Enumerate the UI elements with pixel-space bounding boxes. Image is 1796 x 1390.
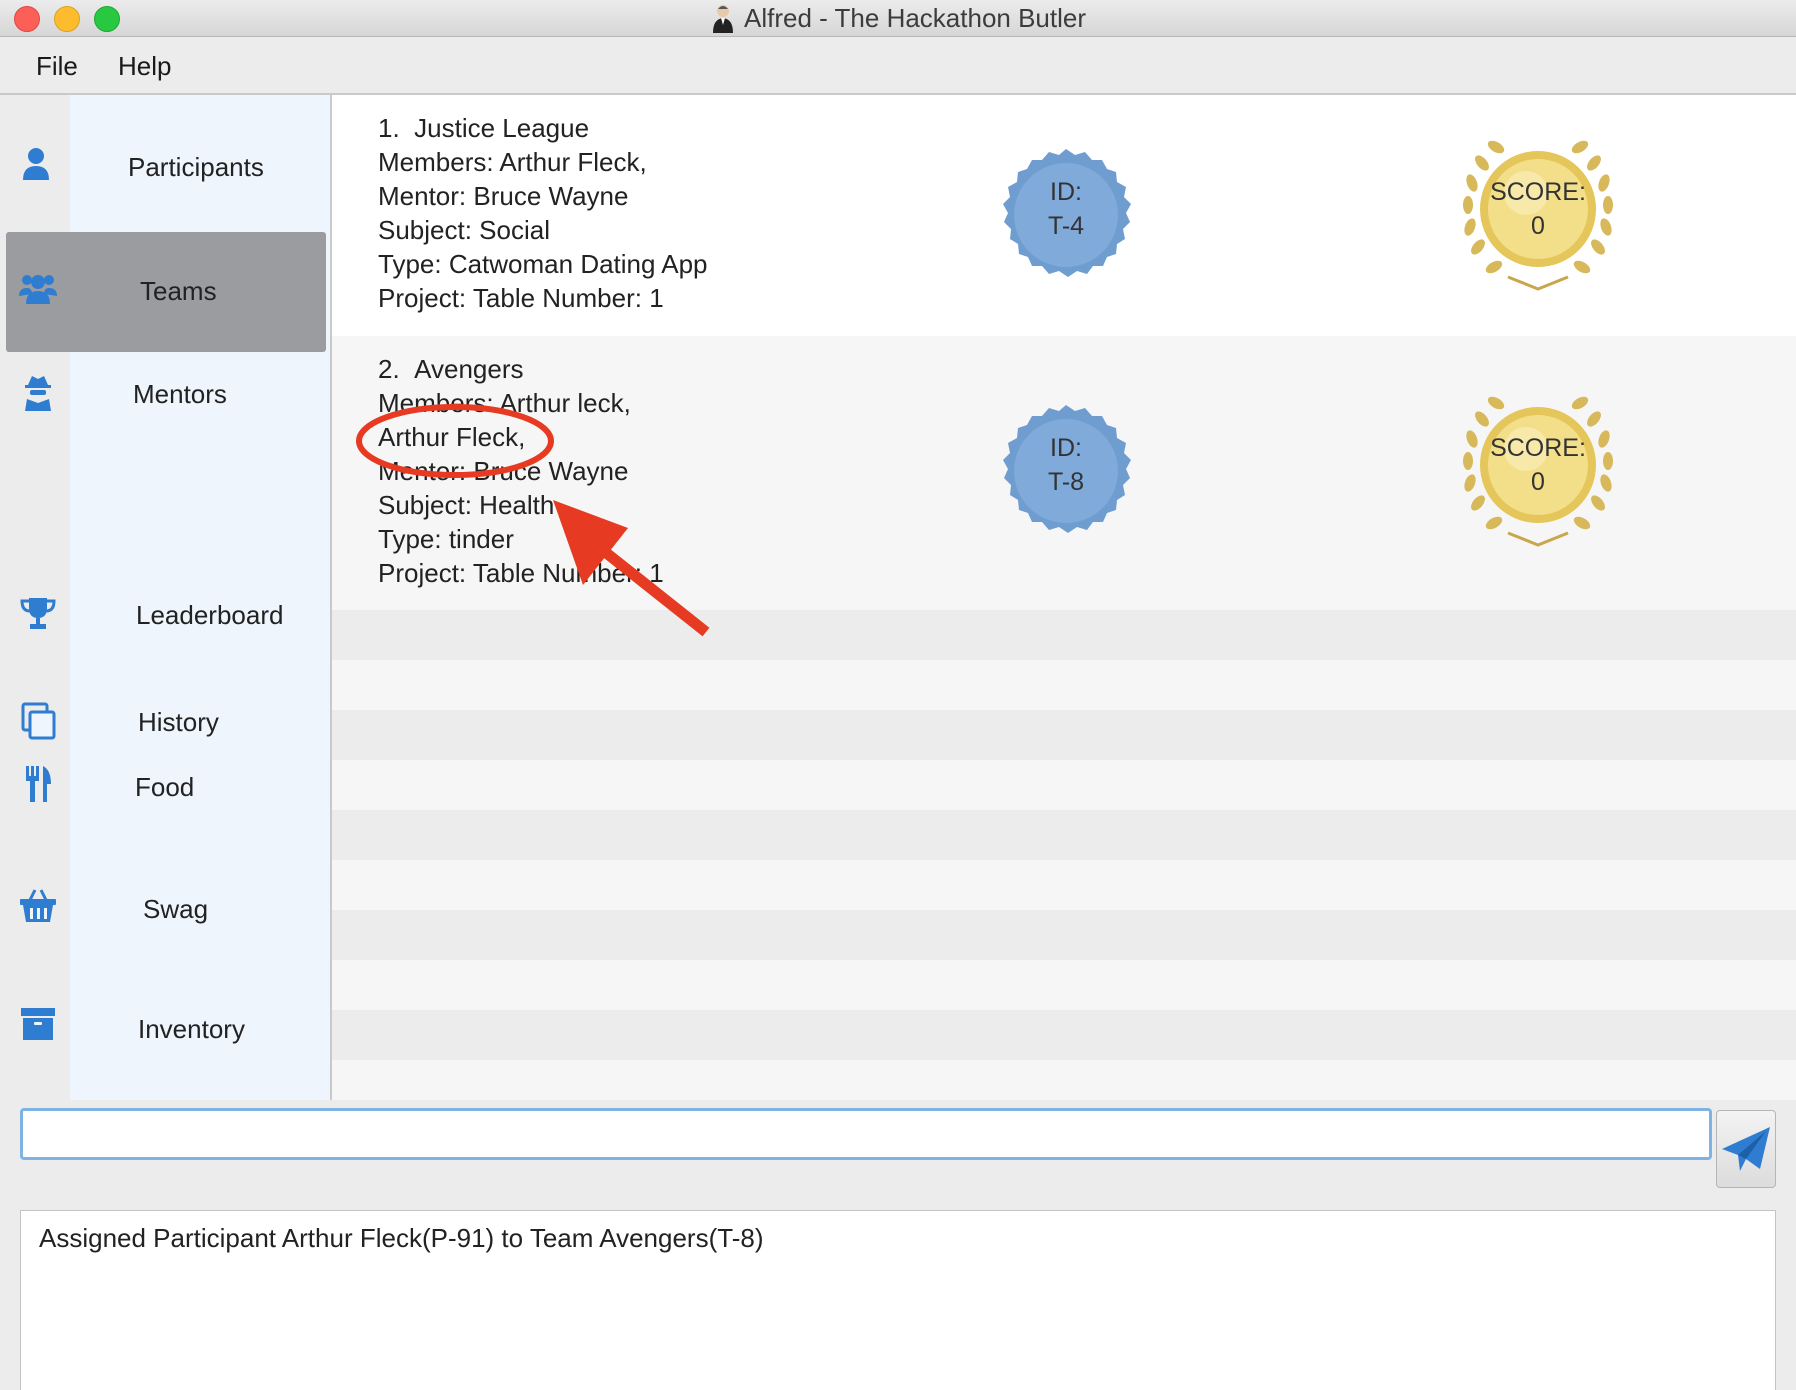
team-members: Members: Arthur leck, bbox=[378, 388, 631, 418]
team-id-label: ID: bbox=[1050, 178, 1082, 206]
window-title: Alfred - The Hackathon Butler bbox=[743, 2, 1087, 33]
team-members: Members: Arthur Fleck, bbox=[378, 147, 647, 177]
archive-icon bbox=[21, 1008, 55, 1040]
team-index: 1. bbox=[378, 113, 400, 143]
team-score: 0 bbox=[1531, 212, 1545, 240]
sidebar-item-inventory[interactable]: Inventory bbox=[0, 1000, 330, 1060]
sidebar-item-label: Leaderboard bbox=[136, 600, 284, 630]
sidebar-item-label: Participants bbox=[128, 152, 264, 182]
team-project: Project: Table Number: 1 bbox=[378, 558, 664, 588]
team-subject: Subject: Health bbox=[378, 490, 555, 520]
team-name: Justice League bbox=[414, 113, 590, 143]
team-subject: Subject: Social bbox=[378, 215, 550, 245]
shopping-basket-icon bbox=[20, 889, 56, 922]
sidebar-item-label: History bbox=[138, 707, 219, 737]
teams-list[interactable]: 1. Justice League Members: Arthur Fleck,… bbox=[332, 95, 1796, 1100]
user-secret-icon bbox=[25, 376, 51, 411]
menu-help[interactable]: Help bbox=[118, 51, 171, 82]
utensils-icon bbox=[26, 766, 51, 802]
sidebar-item-leaderboard[interactable]: Leaderboard bbox=[0, 590, 330, 670]
sidebar-item-history[interactable]: History bbox=[0, 695, 330, 755]
title-bar: Alfred - The Hackathon Butler bbox=[0, 0, 1796, 37]
trophy-icon bbox=[20, 598, 56, 629]
sidebar-item-mentors[interactable]: Mentors bbox=[0, 365, 330, 445]
sidebar: Participants Teams Mentors Leaderboard H… bbox=[0, 95, 330, 1100]
result-display: Assigned Participant Arthur Fleck(P-91) … bbox=[20, 1210, 1776, 1390]
result-text: Assigned Participant Arthur Fleck(P-91) … bbox=[39, 1223, 764, 1253]
team-name: Avengers bbox=[414, 354, 524, 384]
sidebar-item-participants[interactable]: Participants bbox=[0, 130, 330, 230]
sidebar-item-label: Mentors bbox=[133, 379, 227, 409]
team-id: T-8 bbox=[1047, 468, 1085, 496]
paper-plane-icon bbox=[1722, 1127, 1770, 1171]
team-score-label: SCORE: bbox=[1490, 434, 1586, 462]
users-icon bbox=[19, 275, 57, 304]
sidebar-item-teams[interactable]: Teams bbox=[0, 232, 330, 352]
user-icon bbox=[23, 148, 49, 180]
team-index: 2. bbox=[378, 354, 400, 384]
menu-file[interactable]: File bbox=[36, 51, 78, 82]
team-project: Project: Table Number: 1 bbox=[378, 283, 664, 313]
team-score: 0 bbox=[1531, 468, 1545, 496]
command-input[interactable] bbox=[20, 1108, 1712, 1160]
team-mentor: Mentor: Bruce Wayne bbox=[378, 456, 629, 486]
copy-icon bbox=[21, 702, 56, 740]
sidebar-item-food[interactable]: Food bbox=[0, 760, 330, 820]
butler-logo-icon bbox=[712, 5, 733, 33]
sidebar-item-label: Swag bbox=[143, 894, 209, 924]
menu-bar: File Help bbox=[0, 37, 1796, 95]
sidebar-item-label: Teams bbox=[140, 276, 217, 306]
team-card[interactable]: 1. Justice League Members: Arthur Fleck,… bbox=[332, 95, 1796, 339]
send-button[interactable] bbox=[1716, 1110, 1776, 1188]
team-card[interactable]: 2. Avengers Members: Arthur leck, Arthur… bbox=[332, 336, 1796, 610]
team-type: Type: tinder bbox=[378, 524, 514, 554]
sidebar-item-label: Food bbox=[135, 772, 195, 802]
sidebar-item-swag[interactable]: Swag bbox=[0, 880, 330, 940]
team-members-extra: Arthur Fleck, bbox=[378, 422, 526, 452]
team-type: Type: Catwoman Dating App bbox=[378, 249, 708, 279]
team-mentor: Mentor: Bruce Wayne bbox=[378, 181, 629, 211]
team-score-label: SCORE: bbox=[1490, 178, 1586, 206]
sidebar-item-label: Inventory bbox=[138, 1014, 245, 1044]
team-id: T-4 bbox=[1047, 212, 1085, 240]
team-id-label: ID: bbox=[1050, 434, 1082, 462]
